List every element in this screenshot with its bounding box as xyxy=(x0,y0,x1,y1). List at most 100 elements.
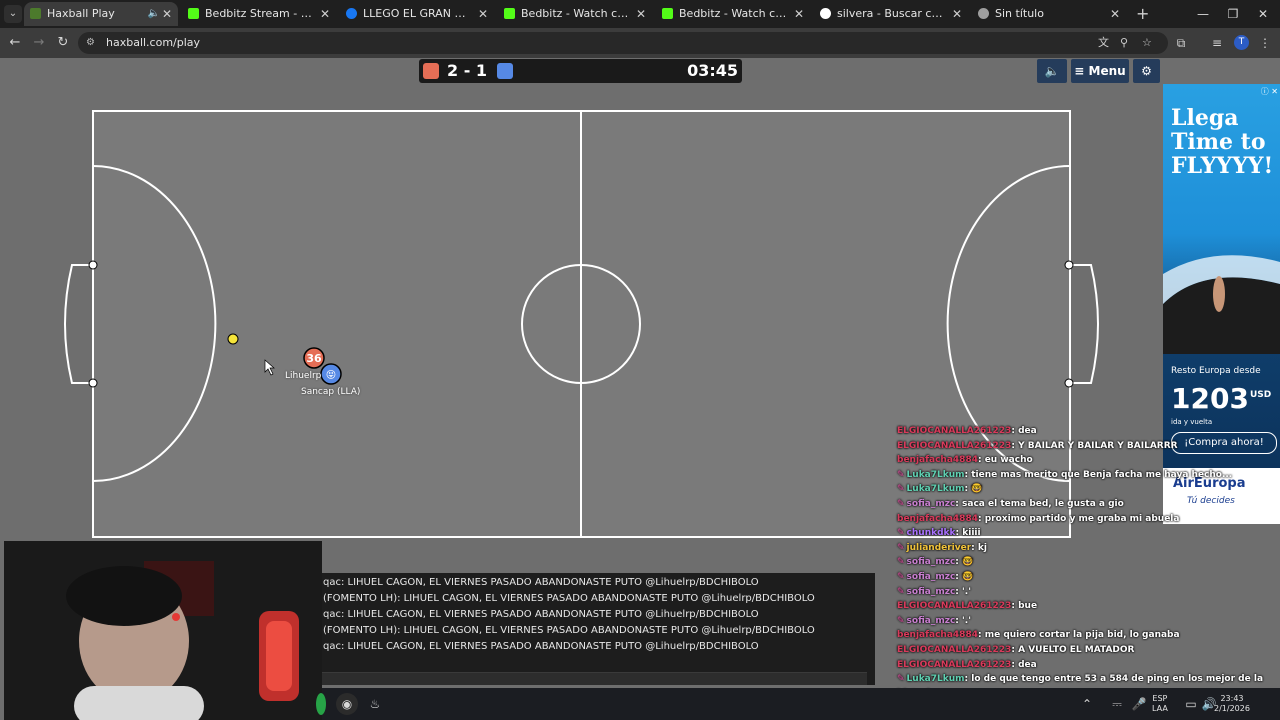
tab-search-button[interactable]: ⌄ xyxy=(4,5,22,23)
stream-chat-message: ✎ sofia_mzc: 🤓 xyxy=(897,572,974,582)
room-chat-log: qac: LIHUEL CAGON, EL VIERNES PASADO ABA… xyxy=(320,573,875,685)
ball xyxy=(227,333,239,345)
tab-title: Haxball Play xyxy=(47,7,115,20)
chat-text: dea xyxy=(1018,426,1037,436)
tab-title: Bedbitz - Watch clips on Kick xyxy=(679,7,787,20)
tab-bedbitz-clips-2[interactable]: Bedbitz - Watch clips on Kick ✕ xyxy=(656,2,810,26)
ad-headline: Llega Time to FLYYYY! xyxy=(1171,105,1274,179)
ad-banner[interactable]: ⓘ ✕ Llega Time to FLYYYY! Resto Europa d… xyxy=(1163,84,1280,524)
chat-username: sofia_mzc xyxy=(906,572,956,582)
clock[interactable]: 23:43 2/1/2026 xyxy=(1214,694,1250,714)
stream-chat-message: ELGIOCANALLA261223: dea xyxy=(897,426,1037,436)
menu-button[interactable]: ≡ Menu xyxy=(1071,59,1129,83)
chat-text: saca el tema bed, le gusta a gio xyxy=(962,499,1124,509)
new-tab-button[interactable]: + xyxy=(1136,2,1149,26)
tab-untitled[interactable]: Sin título ✕ xyxy=(972,2,1126,26)
tab-title: LLEGO EL GRAN DIA* 🎮🙌🔥 U xyxy=(363,7,471,20)
chat-username: ELGIOCANALLA261223 xyxy=(897,440,1012,451)
browser-toolbar: ← → ↻ ⚙ haxball.com/play 文 ⚲ ☆ ⧉ ≡ T ⋮ xyxy=(0,28,1280,58)
stream-chat-message: benjafacha4884: me quiero cortar la pija… xyxy=(897,630,1180,641)
subscriber-badge-icon: ✎ xyxy=(897,528,905,539)
chat-username: ELGIOCANALLA261223 xyxy=(897,426,1012,436)
layout-code: LAA xyxy=(1152,704,1168,713)
chat-message: (FOMENTO LH): LIHUEL CAGON, EL VIERNES P… xyxy=(323,625,815,636)
translate-icon[interactable]: 文 xyxy=(1098,32,1109,54)
address-bar[interactable]: ⚙ haxball.com/play 文 ⚲ ☆ xyxy=(78,32,1168,54)
subscriber-badge-icon: ✎ xyxy=(897,586,905,597)
stream-chat-message: ✎ sofia_mzc: 🤓 xyxy=(897,557,974,568)
media-controls-icon[interactable]: ≡ xyxy=(1208,34,1226,52)
chat-text: '.' xyxy=(962,586,971,597)
stream-chat-message: ✎ sofia_mzc: saca el tema bed, le gusta a… xyxy=(897,499,1124,509)
chat-username: benjafacha4884 xyxy=(897,513,978,524)
restore-window-button[interactable]: ❐ xyxy=(1218,0,1248,28)
site-info-icon[interactable]: ⚙ xyxy=(86,32,95,54)
tab-title: Bedbitz Stream - Watch Live on xyxy=(205,7,313,20)
show-hidden-icons[interactable]: ⌃ xyxy=(1076,693,1098,715)
forward-button[interactable]: → xyxy=(30,34,48,52)
bookmark-star-icon[interactable]: ☆ xyxy=(1142,32,1152,54)
chat-username: chunkdkk xyxy=(906,528,956,539)
tab-title: silvera - Buscar con Google xyxy=(837,7,945,20)
score: 2 - 1 xyxy=(447,61,488,80)
app-icon[interactable] xyxy=(316,693,326,715)
stream-chat-message: ELGIOCANALLA261223: Y BAILAR Y BAILAR Y … xyxy=(897,440,1178,451)
subscriber-badge-icon: ✎ xyxy=(897,557,905,568)
chat-username: ELGIOCANALLA261223 xyxy=(897,601,1012,612)
chat-text: Y BAILAR Y BAILAR Y BAILARRR xyxy=(1018,440,1178,451)
tab-facebook-post[interactable]: LLEGO EL GRAN DIA* 🎮🙌🔥 U ✕ xyxy=(340,2,494,26)
tab-bedbitz-stream[interactable]: Bedbitz Stream - Watch Live on ✕ xyxy=(182,2,336,26)
chat-username: benjafacha4884 xyxy=(897,630,978,641)
tab-bedbitz-clips-1[interactable]: Bedbitz - Watch clips on Kick ✕ xyxy=(498,2,652,26)
close-tab-icon[interactable]: ✕ xyxy=(950,2,964,26)
obs-icon[interactable]: ◉ xyxy=(336,693,358,715)
close-window-button[interactable]: ✕ xyxy=(1248,0,1278,28)
subscriber-badge-icon: ✎ xyxy=(897,674,905,685)
windows-taskbar: ◉ ♨ ⌃ ⎓ 🎤 ESP LAA ▭ 🔊 23:43 2/1/2026 xyxy=(316,688,1280,720)
chat-input[interactable] xyxy=(320,672,867,685)
close-tab-icon[interactable]: ✕ xyxy=(160,2,174,26)
tab-google-search[interactable]: silvera - Buscar con Google ✕ xyxy=(814,2,968,26)
ad-from-label: Resto Europa desde xyxy=(1171,366,1261,376)
more-menu-icon[interactable]: ⋮ xyxy=(1256,34,1274,52)
tab-title: Bedbitz - Watch clips on Kick xyxy=(521,7,629,20)
settings-button[interactable]: ⚙ xyxy=(1133,59,1160,83)
facebook-favicon-icon xyxy=(346,8,357,19)
usb-icon[interactable]: ⎓ xyxy=(1106,693,1128,715)
subscriber-badge-icon: ✎ xyxy=(897,484,905,495)
microphone-icon[interactable]: 🎤 xyxy=(1128,693,1150,715)
back-button[interactable]: ← xyxy=(6,34,24,52)
minimize-window-button[interactable]: — xyxy=(1188,0,1218,28)
stream-chat-message: benjafacha4884: eu wacho xyxy=(897,455,1033,466)
subscriber-badge-icon: ✎ xyxy=(897,572,905,582)
gear-icon: ⚙ xyxy=(1141,64,1152,78)
zoom-icon[interactable]: ⚲ xyxy=(1120,32,1128,54)
steam-icon[interactable]: ♨ xyxy=(364,693,386,715)
speaker-icon[interactable]: 🔈 xyxy=(148,2,160,26)
tab-haxball[interactable]: Haxball Play 🔈 ✕ xyxy=(24,2,178,26)
chat-text: tiene mas merito que Benja facha me haya… xyxy=(971,469,1233,480)
close-tab-icon[interactable]: ✕ xyxy=(318,2,332,26)
ad-cta-button[interactable]: ¡Compra ahora! xyxy=(1171,432,1277,454)
chat-text: '.' xyxy=(962,615,971,626)
lang-code: ESP xyxy=(1152,694,1168,703)
tab-title: Sin título xyxy=(995,7,1044,20)
close-tab-icon[interactable]: ✕ xyxy=(792,2,806,26)
chat-message: qac: LIHUEL CAGON, EL VIERNES PASADO ABA… xyxy=(323,641,759,652)
language-indicator[interactable]: ESP LAA xyxy=(1152,694,1168,714)
reload-button[interactable]: ↻ xyxy=(54,34,72,52)
kick-favicon-icon xyxy=(662,8,673,19)
close-tab-icon[interactable]: ✕ xyxy=(476,2,490,26)
close-tab-icon[interactable]: ✕ xyxy=(634,2,648,26)
red-team-icon xyxy=(423,63,439,79)
ad-choices-icon[interactable]: ⓘ ✕ xyxy=(1261,86,1278,97)
sound-toggle-button[interactable]: 🔈 xyxy=(1037,59,1067,83)
chat-text: dea xyxy=(1018,659,1037,670)
clock-time: 23:43 xyxy=(1220,694,1244,703)
chat-text: 🤓 xyxy=(962,572,974,582)
google-favicon-icon xyxy=(820,8,831,19)
profile-avatar[interactable]: T xyxy=(1234,35,1249,50)
extensions-icon[interactable]: ⧉ xyxy=(1172,34,1190,52)
close-tab-icon[interactable]: ✕ xyxy=(1108,2,1122,26)
chat-username: Luka7Lkum xyxy=(906,469,965,480)
